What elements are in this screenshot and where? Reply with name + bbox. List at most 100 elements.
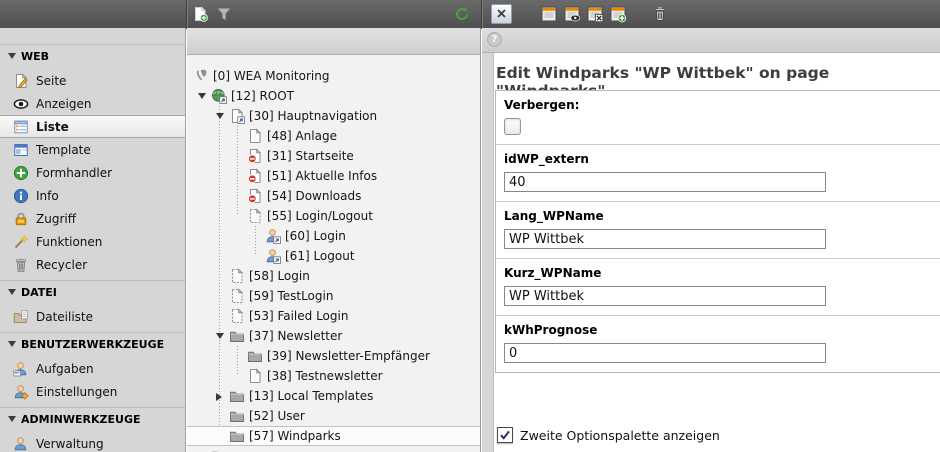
- field-kwhprognose: kWhPrognose: [496, 315, 940, 372]
- tree-node-51[interactable]: [51] Aktuelle Infos: [187, 166, 480, 186]
- tree-node-0[interactable]: [0] WEA Monitoring: [187, 66, 480, 86]
- verbergen-checkbox[interactable]: [504, 118, 521, 135]
- sidebar-item-label: Info: [36, 189, 59, 203]
- sidebar-section-header-web[interactable]: WEB: [0, 44, 185, 69]
- sidebar-item-label: Verwaltung: [36, 437, 104, 451]
- new-page-button[interactable]: [191, 5, 209, 23]
- expand-icon[interactable]: [216, 393, 222, 401]
- lang-wpname-input[interactable]: [504, 229, 826, 249]
- tree-node-48[interactable]: [48] Anlage: [187, 126, 480, 146]
- tree-node-label: [58] Login: [249, 266, 310, 286]
- tree-node-37[interactable]: [37] Newsletter: [187, 326, 480, 346]
- tree-node-30[interactable]: [30] Hauptnavigation: [187, 106, 480, 126]
- field-label: Verbergen:: [504, 98, 938, 112]
- user-task-icon: [13, 361, 29, 377]
- tree-node-60[interactable]: [60] Login: [187, 226, 480, 246]
- sidebar-item-formhandler[interactable]: Formhandler: [0, 161, 185, 184]
- sidebar-item-liste[interactable]: Liste: [0, 115, 185, 138]
- refresh-tree-button[interactable]: [453, 5, 471, 23]
- tree-node-38[interactable]: [38] Testnewsletter: [187, 366, 480, 386]
- sidebar-item-info[interactable]: Info: [0, 184, 185, 207]
- sidebar-section-header-adminwerkzeuge[interactable]: ADMINWERKZEUGE: [0, 407, 185, 432]
- tree-node-label: [57] Windparks: [249, 427, 341, 445]
- typo3-icon: [193, 68, 209, 84]
- tree-node-label: [52] User: [249, 406, 305, 426]
- sidebar-item-zugriff[interactable]: Zugriff: [0, 207, 185, 230]
- record-fieldset: Verbergen:idWP_externLang_WPNameKurz_WPN…: [495, 90, 940, 373]
- tree-node-58[interactable]: [58] Login: [187, 266, 480, 286]
- tree-node-12[interactable]: [12] ROOT: [187, 86, 480, 106]
- page-dashed-icon: [229, 268, 245, 284]
- site-globe-icon: [211, 88, 227, 104]
- sidebar-item-label: Formhandler: [36, 166, 112, 180]
- folder-icon: [229, 428, 245, 444]
- chevron-down-icon: [8, 416, 16, 422]
- page-tree: [0] WEA Monitoring[12] ROOT[30] Hauptnav…: [187, 55, 480, 452]
- help-icon[interactable]: ?: [487, 32, 502, 47]
- kwhprognose-input[interactable]: [504, 343, 826, 363]
- tree-node-52[interactable]: [52] User: [187, 406, 480, 426]
- save-view-icon: [563, 5, 581, 23]
- filter-button[interactable]: [215, 5, 233, 23]
- tree-node-59[interactable]: [59] TestLogin: [187, 286, 480, 306]
- page-hidden-icon: [247, 188, 263, 204]
- trash-can-icon: [13, 257, 29, 273]
- tree-node-partial[interactable]: [187, 446, 480, 452]
- tree-node-31[interactable]: [31] Startseite: [187, 146, 480, 166]
- sidebar-item-label: Zugriff: [36, 212, 76, 226]
- sidebar-item-template[interactable]: Template: [0, 138, 185, 161]
- save-close-icon: [586, 5, 604, 23]
- plus-circle-icon: [13, 165, 29, 181]
- kurz-wpname-input[interactable]: [504, 286, 826, 306]
- second-palette-checkbox[interactable]: [497, 427, 513, 443]
- sidebar-item-seite[interactable]: Seite: [0, 69, 185, 92]
- section-label: ADMINWERKZEUGE: [21, 413, 141, 426]
- sidebar-item-funktionen[interactable]: Funktionen: [0, 230, 185, 253]
- collapse-icon[interactable]: [216, 333, 224, 339]
- save-button[interactable]: [540, 5, 558, 23]
- tree-node-57[interactable]: [57] Windparks: [187, 426, 480, 446]
- delete-record-button[interactable]: [651, 5, 669, 23]
- save-new-button[interactable]: [609, 5, 627, 23]
- sidebar-item-dateiliste[interactable]: Dateiliste: [0, 305, 185, 328]
- page-dashed-icon: [229, 288, 245, 304]
- tree-node-13[interactable]: [13] Local Templates: [187, 386, 480, 406]
- sidebar-item-anzeigen[interactable]: Anzeigen: [0, 92, 185, 115]
- eye-icon: [13, 96, 29, 112]
- list-icon: [13, 119, 29, 135]
- chevron-down-icon: [8, 53, 16, 59]
- field-label: Kurz_WPName: [504, 266, 938, 280]
- sidebar-item-aufgaben[interactable]: Aufgaben: [0, 357, 185, 380]
- sidebar-item-verwaltung[interactable]: Verwaltung: [0, 432, 185, 452]
- tree-node-55[interactable]: [55] Login/Logout: [187, 206, 480, 226]
- idwp-extern-input[interactable]: [504, 172, 826, 192]
- close-document-button[interactable]: [491, 4, 512, 24]
- second-palette-label: Zweite Optionspalette anzeigen: [520, 428, 720, 443]
- tree-node-label: [51] Aktuelle Infos: [267, 166, 377, 186]
- tree-node-53[interactable]: [53] Failed Login: [187, 306, 480, 326]
- sidebar-item-recycler[interactable]: Recycler: [0, 253, 185, 276]
- toolbar-divider: [481, 0, 482, 28]
- tree-node-39[interactable]: [39] Newsletter-Empfänger: [187, 346, 480, 366]
- collapse-icon[interactable]: [216, 113, 224, 119]
- sidebar-section-header-benutzerwerkzeuge[interactable]: BENUTZERWERKZEUGE: [0, 332, 185, 357]
- tree-node-label: [55] Login/Logout: [267, 206, 373, 226]
- collapse-icon[interactable]: [198, 93, 206, 99]
- chevron-down-icon: [8, 289, 16, 295]
- template-icon: [13, 142, 29, 158]
- panel-gutter: [482, 53, 494, 452]
- save-close-button[interactable]: [586, 5, 604, 23]
- record-edit-panel: ? Edit Windparks "WP Wittbek" on page "W…: [482, 28, 940, 452]
- sidebar-item-label: Seite: [36, 74, 66, 88]
- folder-icon: [229, 408, 245, 424]
- tree-filter-bar: [187, 28, 480, 55]
- folder-icon: [229, 328, 245, 344]
- toolbar-divider: [186, 0, 187, 28]
- sidebar-section-header-datei[interactable]: DATEI: [0, 280, 185, 305]
- user-page-icon: [265, 228, 281, 244]
- second-palette-row: Zweite Optionspalette anzeigen: [497, 427, 720, 443]
- save-view-button[interactable]: [563, 5, 581, 23]
- sidebar-item-einstellungen[interactable]: Einstellungen: [0, 380, 185, 403]
- tree-node-61[interactable]: [61] Logout: [187, 246, 480, 266]
- tree-node-54[interactable]: [54] Downloads: [187, 186, 480, 206]
